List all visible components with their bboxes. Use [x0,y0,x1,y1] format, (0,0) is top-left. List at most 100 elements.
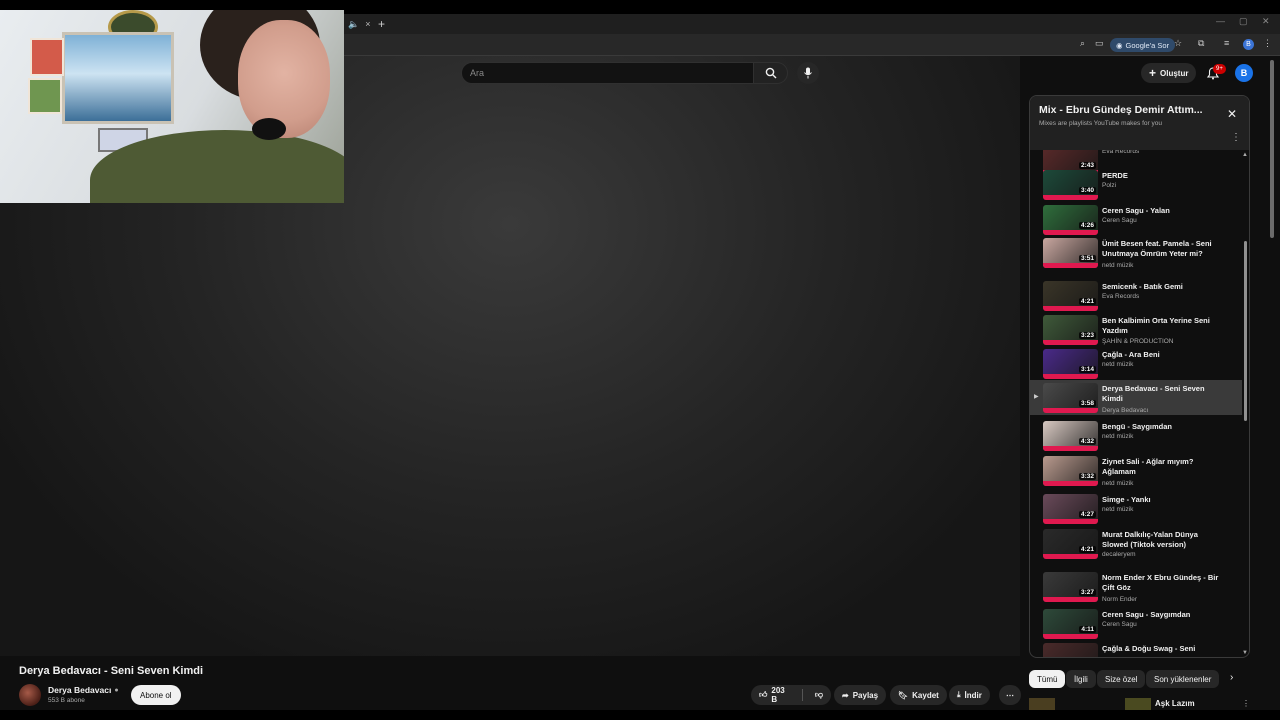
media-icon[interactable]: ≡ [1224,38,1229,48]
video-thumbnail[interactable]: 3:32 [1043,456,1098,486]
playlist-item[interactable]: 4:32 Bengü - Saygımdan netd müzik [1030,418,1242,453]
share-arrow-icon: ➦ [842,690,849,700]
duration-badge: 3:23 [1078,332,1096,339]
playlist-scrollbar[interactable] [1244,241,1247,421]
scroll-down-arrow-icon[interactable]: ▼ [1242,650,1248,656]
channel-name[interactable]: Derya Bedavacı ● [48,685,119,695]
bookmark-star-icon[interactable]: ☆ [1174,38,1182,49]
wall-poster-image [62,32,174,124]
video-thumbnail[interactable]: 4:21 [1043,529,1098,559]
playlist-item[interactable]: 3:51 Ümit Besen feat. Pamela - Seni Unutm… [1030,235,1242,270]
tab-close-icon[interactable]: × [365,19,370,29]
playlist-item[interactable]: 3:23 Ben Kalbimin Orta Yerine Seni Yazdım… [1030,312,1242,347]
extensions-icon[interactable]: ⧉ [1198,38,1204,49]
more-actions-button[interactable]: ⋯ [999,685,1021,705]
video-thumbnail[interactable]: 3:40 [1043,170,1098,200]
wall-sticker-image [30,38,64,76]
browser-menu-icon[interactable]: ⋮ [1263,38,1272,49]
now-playing-icon: ▶ [1034,394,1039,400]
playlist-item[interactable]: 3:32 Ziynet Sali - Ağlar mıyım? Ağlamam ne… [1030,453,1242,488]
cast-icon[interactable]: ▭ [1095,38,1104,49]
notification-count-badge: 9+ [1213,64,1226,74]
speaker-icon: 🔈 [348,18,360,29]
save-button[interactable]: 🔖︎ Kaydet [890,685,947,705]
subscriber-count: 553 B abone [48,697,85,704]
video-thumbnail[interactable]: 3:23 [1043,315,1098,345]
video-thumbnail[interactable]: 4:26 [1043,205,1098,235]
playlist-item[interactable]: Çağla & Doğu Swag - Seni [1030,640,1242,657]
search-input[interactable]: Ara [461,62,754,84]
account-avatar[interactable]: B [1235,64,1253,82]
like-button[interactable]: 👍︎ 203 B [751,685,798,705]
subscribe-button[interactable]: Abone ol [131,685,181,705]
video-thumbnail[interactable]: 3:51 [1043,238,1098,268]
duration-badge: 3:32 [1078,473,1096,480]
playlist-item[interactable]: ▶ 3:58 Derya Bedavacı - Seni Seven Kimdi De… [1030,380,1242,415]
video-thumbnail[interactable]: 4:21 [1043,281,1098,311]
zoom-icon[interactable]: ⌕ [1080,38,1085,49]
playlist-item[interactable]: 4:21 Murat Dalkılıç-Yalan Dünya Slowed (T… [1030,526,1242,561]
minimize-icon[interactable]: — [1216,16,1225,26]
new-tab-icon[interactable]: + [378,17,385,31]
playlist-item[interactable]: 4:21 Semicenk - Batık Gemi Eva Records [1030,278,1242,313]
video-thumbnail[interactable]: 4:32 [1043,421,1098,451]
thumbnail-band [1043,195,1098,200]
video-thumbnail[interactable]: 3:14 [1043,349,1098,379]
playlist-item-title: PERDE [1102,171,1128,180]
download-button[interactable]: ⤓ İndir [949,685,990,705]
playlist-item[interactable]: 4:27 Simge - Yankı netd müzik [1030,491,1242,526]
playlist-item-title: Semicenk - Batık Gemi [1102,282,1183,291]
playlist-item[interactable]: 3:14 Çağla - Ara Beni netd müzik [1030,346,1242,381]
video-thumbnail[interactable]: 3:27 [1043,572,1098,602]
maximize-icon[interactable]: ▢ [1239,16,1248,27]
playlist-title[interactable]: Mix - Ebru Gündeş Demir Attım... [1039,104,1209,116]
browser-tab[interactable]: 🔈 × [344,14,374,34]
channel-avatar[interactable] [19,684,41,706]
chip-for-you[interactable]: Size özel [1097,670,1146,688]
dislike-button[interactable]: 👎︎ [807,685,831,705]
verified-icon: ● [114,686,119,694]
thumbnail-band [1043,340,1098,345]
window-close-icon[interactable]: ✕ [1262,16,1270,27]
search-button[interactable] [754,62,788,84]
duration-badge: 4:21 [1078,546,1096,553]
more-vertical-icon[interactable]: ⋮ [1231,132,1241,143]
video-thumbnail[interactable]: 4:11 [1043,609,1098,639]
lens-icon: ◉ [1116,40,1123,50]
playlist-item[interactable]: 4:11 Ceren Sagu - Saygımdan Ceren Sagu [1030,606,1242,641]
playlist-item-channel: decaleryem [1102,551,1136,558]
recommendation-thumbnail[interactable] [1029,698,1055,710]
chevron-right-icon[interactable]: › [1230,672,1233,683]
playlist-item-channel: netd müzik [1102,480,1134,487]
thumbnail-band [1043,408,1098,413]
playlist-header: Mix - Ebru Gündeş Demir Attım... Mixes a… [1030,96,1249,150]
video-thumbnail[interactable]: 4:27 [1043,494,1098,524]
chip-all[interactable]: Tümü [1029,670,1066,688]
scroll-up-arrow-icon[interactable]: ▲ [1242,152,1248,158]
share-button[interactable]: ➦ Paylaş [834,685,887,705]
playlist-item-title: Ben Kalbimin Orta Yerine Seni Yazdım [1102,316,1210,335]
address-bar[interactable] [350,37,1070,53]
playlist-item[interactable]: 3:27 Norm Ender X Ebru Gündeş - Bir Çift … [1030,569,1242,604]
voice-search-button[interactable] [797,62,819,84]
playlist-item-channel: Eva Records [1102,150,1140,155]
playlist-item-channel: Polzi [1102,182,1117,189]
close-icon[interactable]: ✕ [1227,107,1237,121]
video-thumbnail[interactable] [1043,643,1098,657]
chip-related[interactable]: İlgili [1066,670,1096,688]
chip-recent-uploads[interactable]: Son yüklenenler [1146,670,1220,688]
page-scrollbar[interactable] [1270,60,1274,238]
recommendation-title[interactable]: Aşk Lazım [1155,699,1195,708]
playlist-item-title: Ceren Sagu - Saygımdan [1102,610,1191,619]
recommendation-thumbnail[interactable] [1125,698,1151,710]
create-button[interactable]: + Oluştur [1141,63,1197,83]
playlist-item-channel: Norm Ender [1102,596,1138,603]
thumbnail-band [1043,263,1098,268]
playlist-item[interactable]: 3:40 PERDE Polzi [1030,167,1242,202]
video-thumbnail[interactable]: 3:58 [1043,383,1098,413]
duration-badge: 3:51 [1078,255,1096,262]
google-sor-button[interactable]: ◉ Google'a Sor [1110,38,1176,52]
playlist-item[interactable]: 4:26 Ceren Sagu - Yalan Ceren Sagu [1030,202,1242,237]
browser-profile-avatar[interactable]: B [1243,39,1254,50]
more-vertical-icon[interactable]: ⋮ [1242,699,1250,708]
